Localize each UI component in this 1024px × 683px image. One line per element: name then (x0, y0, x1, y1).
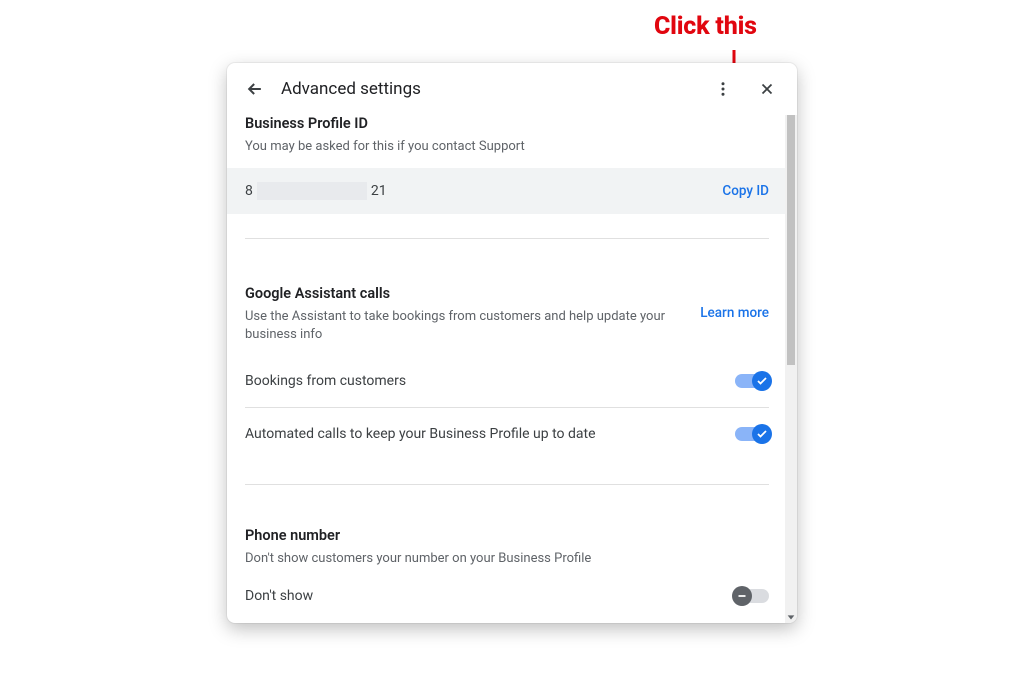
advanced-settings-dialog: Advanced settings Business Profile ID Yo… (227, 63, 797, 623)
section-description: You may be asked for this if you contact… (245, 138, 769, 156)
dont-show-toggle[interactable] (735, 586, 769, 606)
scrollbar[interactable] (785, 115, 797, 623)
redacted-block (257, 182, 367, 200)
profile-id-value: 8 21 (245, 182, 387, 200)
scroll-down-arrow[interactable] (785, 611, 797, 623)
learn-more-link[interactable]: Learn more (700, 305, 769, 321)
toggle-label: Automated calls to keep your Business Pr… (245, 426, 596, 442)
toggle-label: Don't show (245, 588, 313, 604)
back-button[interactable] (243, 77, 267, 101)
id-prefix: 8 (245, 183, 253, 199)
section-title: Google Assistant calls (245, 285, 676, 302)
toggle-label: Bookings from customers (245, 373, 406, 389)
check-icon (756, 375, 768, 387)
phone-number-section: Phone number Don't show customers your n… (245, 485, 769, 623)
check-icon (756, 428, 768, 440)
bookings-toggle[interactable] (735, 371, 769, 391)
more-vertical-icon (714, 80, 732, 98)
toggle-row-automated-calls: Automated calls to keep your Business Pr… (245, 407, 769, 460)
section-description: Don't show customers your number on your… (245, 550, 769, 568)
dialog-scroll-area: Business Profile ID You may be asked for… (227, 115, 797, 623)
section-title: Business Profile ID (245, 115, 769, 132)
profile-id-row: 8 21 Copy ID (227, 168, 797, 214)
toggle-row-dont-show: Don't show (245, 568, 769, 616)
section-description: Use the Assistant to take bookings from … (245, 308, 676, 344)
business-profile-id-section: Business Profile ID You may be asked for… (245, 115, 769, 239)
arrow-left-icon (245, 79, 265, 99)
dialog-header: Advanced settings (227, 63, 797, 115)
id-suffix: 21 (371, 183, 387, 199)
copy-id-button[interactable]: Copy ID (722, 183, 769, 199)
chevron-down-icon (786, 612, 796, 622)
scrollbar-thumb[interactable] (787, 115, 795, 365)
close-button[interactable] (755, 77, 779, 101)
more-button[interactable] (711, 77, 735, 101)
minus-icon (736, 590, 748, 602)
close-icon (758, 80, 776, 98)
google-assistant-calls-section: Google Assistant calls Use the Assistant… (245, 239, 769, 484)
section-title: Phone number (245, 527, 769, 544)
automated-calls-toggle[interactable] (735, 424, 769, 444)
dialog-title: Advanced settings (281, 79, 697, 99)
annotation-text: Click this (654, 12, 757, 41)
toggle-row-bookings: Bookings from customers (245, 355, 769, 407)
